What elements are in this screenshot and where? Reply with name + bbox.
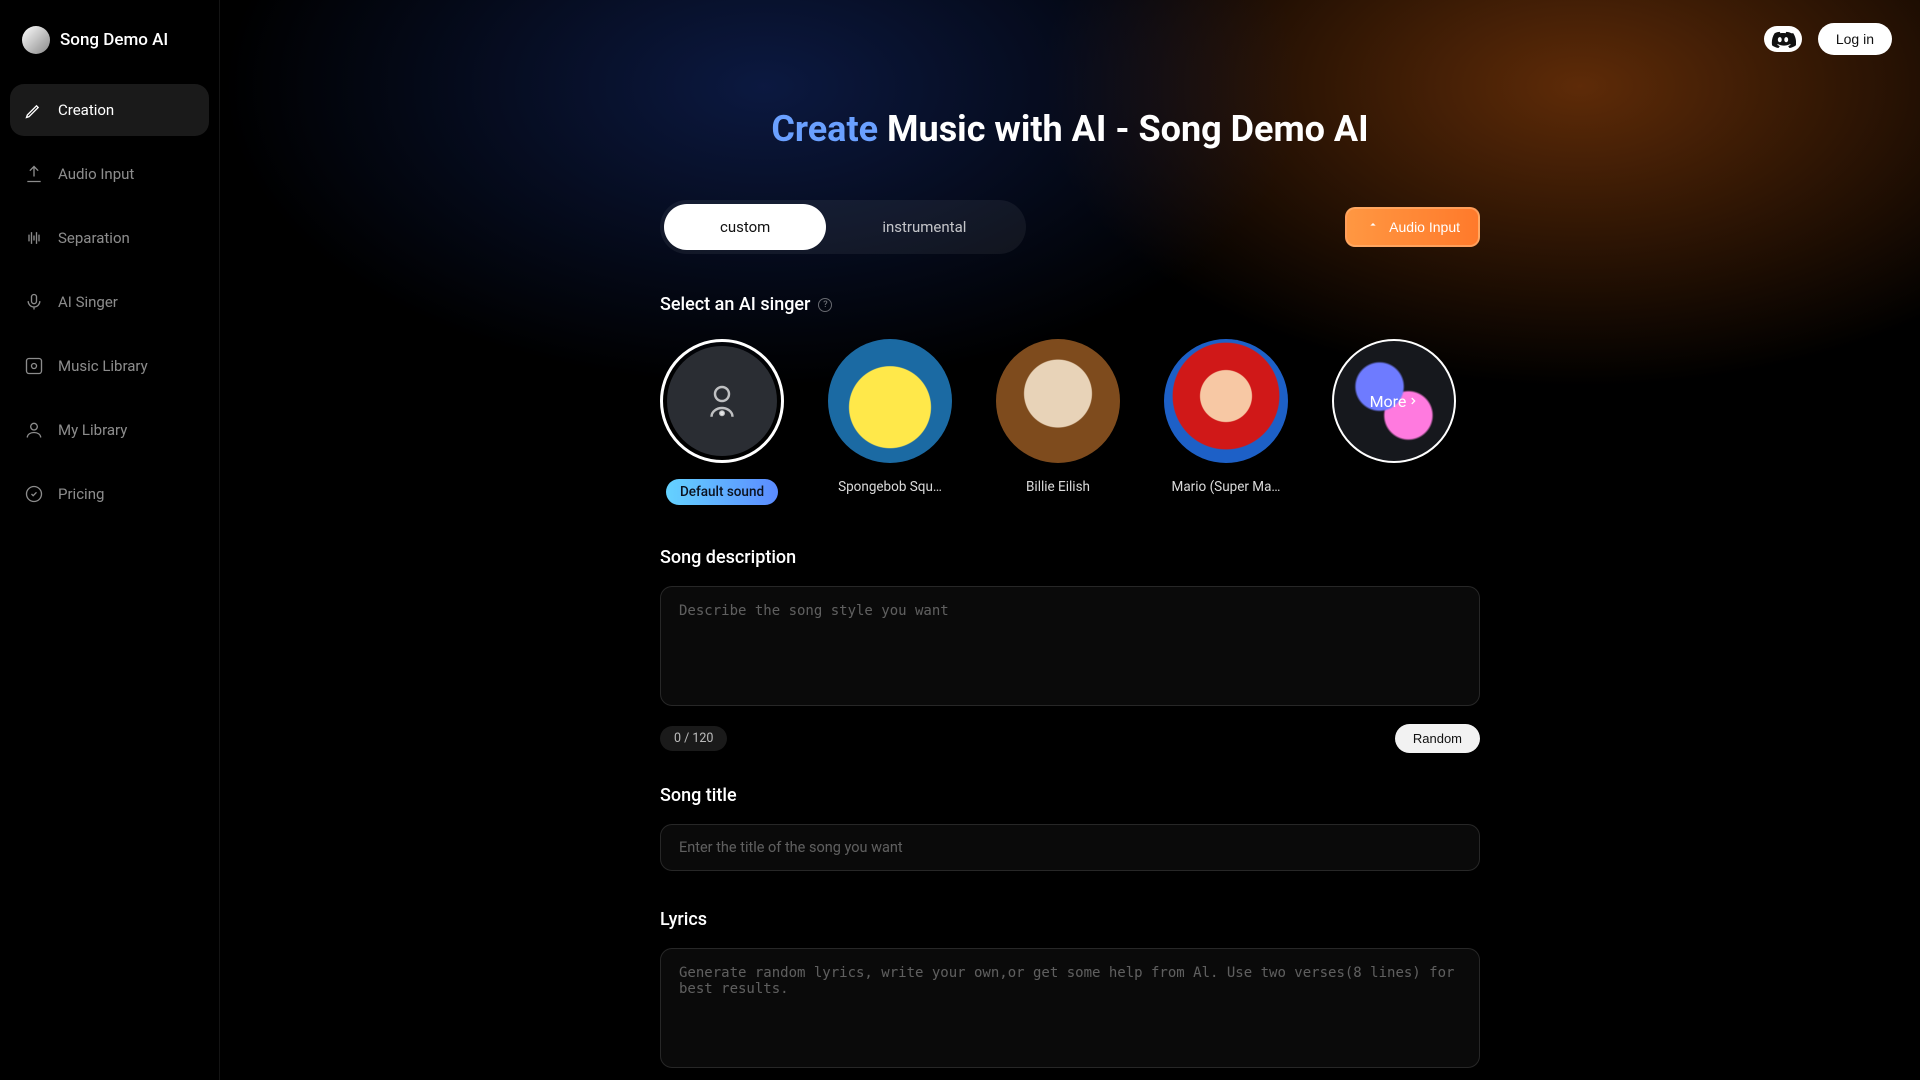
pencil-icon bbox=[24, 100, 44, 120]
random-button[interactable]: Random bbox=[1395, 724, 1480, 753]
sidebar-item-my-library[interactable]: My Library bbox=[10, 404, 209, 456]
singer-avatar-more: More bbox=[1332, 339, 1456, 463]
singer-row: Default sound Spongebob Squ… Billie Eili… bbox=[660, 339, 1480, 505]
sidebar-item-separation[interactable]: Separation bbox=[10, 212, 209, 264]
sidebar-item-label: Music Library bbox=[58, 357, 148, 375]
sidebar-nav: Creation Audio Input Separation AI Singe… bbox=[10, 84, 209, 520]
sidebar-item-pricing[interactable]: Pricing bbox=[10, 468, 209, 520]
user-icon bbox=[24, 420, 44, 440]
singer-card-mario[interactable]: Mario (Super Ma… bbox=[1164, 339, 1288, 505]
page-title: Create Music with AI - Song Demo AI bbox=[660, 108, 1480, 150]
upload-icon bbox=[24, 164, 44, 184]
singer-card-more[interactable]: More bbox=[1332, 339, 1456, 505]
brand-name: Song Demo AI bbox=[60, 30, 168, 50]
sidebar-item-ai-singer[interactable]: AI Singer bbox=[10, 276, 209, 328]
main: Log in Create Music with AI - Song Demo … bbox=[220, 0, 1920, 1080]
sidebar-item-label: My Library bbox=[58, 421, 127, 439]
sidebar-item-label: Audio Input bbox=[58, 165, 134, 183]
discord-button[interactable] bbox=[1764, 26, 1802, 52]
singer-section-label: Select an AI singer ? bbox=[660, 294, 1480, 315]
description-footer: 0 / 120 Random bbox=[660, 724, 1480, 753]
tab-instrumental[interactable]: instrumental bbox=[826, 204, 1022, 250]
audio-input-button-label: Audio Input bbox=[1389, 219, 1460, 235]
mic-icon bbox=[24, 292, 44, 312]
mario-avatar-icon bbox=[1164, 339, 1288, 463]
more-label: More bbox=[1370, 392, 1407, 411]
spongebob-avatar-icon bbox=[828, 339, 952, 463]
sidebar-item-creation[interactable]: Creation bbox=[10, 84, 209, 136]
description-label: Song description bbox=[660, 547, 1480, 568]
description-char-count: 0 / 120 bbox=[660, 726, 727, 751]
singer-card-spongebob[interactable]: Spongebob Squ… bbox=[828, 339, 952, 505]
audio-input-button[interactable]: Audio Input bbox=[1345, 207, 1480, 247]
sidebar-item-label: Separation bbox=[58, 229, 130, 247]
billie-avatar-icon bbox=[996, 339, 1120, 463]
discord-icon bbox=[1770, 30, 1796, 48]
page-title-rest: Music with AI - Song Demo AI bbox=[878, 108, 1369, 150]
chevron-right-icon bbox=[1408, 395, 1418, 407]
singer-card-billie[interactable]: Billie Eilish bbox=[996, 339, 1120, 505]
more-singers-icon: More bbox=[1332, 339, 1456, 463]
sidebar-item-music-library[interactable]: Music Library bbox=[10, 340, 209, 392]
sidebar-item-label: AI Singer bbox=[58, 293, 118, 311]
sidebar: Song Demo AI Creation Audio Input Separa… bbox=[0, 0, 220, 1080]
login-button[interactable]: Log in bbox=[1818, 23, 1892, 55]
tabs-row: custom instrumental Audio Input bbox=[660, 200, 1480, 254]
singer-avatar-mario bbox=[1164, 339, 1288, 463]
singer-avatar-default bbox=[660, 339, 784, 463]
sidebar-item-audio-input[interactable]: Audio Input bbox=[10, 148, 209, 200]
title-label: Song title bbox=[660, 785, 1480, 806]
lyrics-textarea[interactable] bbox=[660, 948, 1480, 1068]
default-sound-icon bbox=[667, 346, 777, 456]
upload-cloud-icon bbox=[1365, 219, 1381, 235]
singer-avatar-billie bbox=[996, 339, 1120, 463]
album-icon bbox=[24, 356, 44, 376]
page-title-accent: Create bbox=[771, 108, 878, 150]
tab-custom[interactable]: custom bbox=[664, 204, 826, 250]
singer-section-label-text: Select an AI singer bbox=[660, 294, 810, 315]
singer-name-billie: Billie Eilish bbox=[1026, 479, 1090, 495]
sidebar-item-label: Pricing bbox=[58, 485, 104, 503]
lyrics-label: Lyrics bbox=[660, 909, 1480, 930]
mode-tabs: custom instrumental bbox=[660, 200, 1026, 254]
brand: Song Demo AI bbox=[10, 12, 209, 76]
wave-icon bbox=[24, 228, 44, 248]
sidebar-item-label: Creation bbox=[58, 101, 114, 119]
singer-name-spongebob: Spongebob Squ… bbox=[838, 479, 942, 495]
topbar: Log in bbox=[220, 0, 1920, 78]
singer-name-mario: Mario (Super Ma… bbox=[1172, 479, 1281, 495]
help-icon[interactable]: ? bbox=[818, 298, 832, 312]
singer-name-default: Default sound bbox=[666, 479, 778, 505]
badge-icon bbox=[24, 484, 44, 504]
brand-logo bbox=[22, 26, 50, 54]
description-textarea[interactable] bbox=[660, 586, 1480, 706]
singer-card-default[interactable]: Default sound bbox=[660, 339, 784, 505]
singer-avatar-spongebob bbox=[828, 339, 952, 463]
title-input[interactable] bbox=[660, 824, 1480, 871]
